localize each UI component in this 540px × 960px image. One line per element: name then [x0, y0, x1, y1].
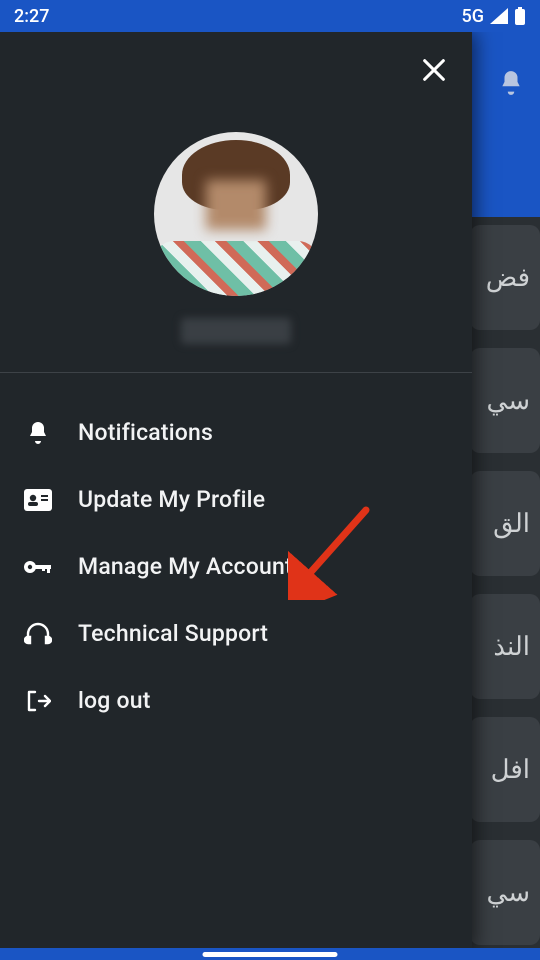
username-label: [181, 318, 291, 344]
bg-card[interactable]: فض: [470, 225, 540, 330]
network-label: 5G: [462, 6, 485, 27]
key-icon: [22, 558, 54, 576]
menu-label: Update My Profile: [78, 486, 265, 513]
bg-card[interactable]: افل: [470, 717, 540, 822]
headset-icon: [22, 621, 54, 647]
bg-card[interactable]: سي: [470, 840, 540, 945]
menu-label: Notifications: [78, 419, 213, 446]
status-bar: 2:27 5G: [0, 0, 540, 32]
battery-icon: [514, 7, 526, 25]
close-icon[interactable]: [420, 56, 448, 88]
bg-card[interactable]: الق: [470, 471, 540, 576]
menu-label: Technical Support: [78, 620, 268, 647]
signal-icon: [490, 8, 508, 24]
bg-card[interactable]: النذ: [470, 594, 540, 699]
profile-section: [0, 32, 472, 372]
menu-technical-support[interactable]: Technical Support: [0, 600, 472, 667]
status-right: 5G: [462, 6, 527, 27]
drawer-menu: Notifications Update My Profile Manage M…: [0, 373, 472, 760]
id-card-icon: [22, 489, 54, 511]
logout-icon: [22, 689, 54, 713]
menu-logout[interactable]: log out: [0, 667, 472, 734]
home-indicator[interactable]: [203, 952, 338, 957]
clock: 2:27: [14, 6, 49, 27]
bell-icon: [22, 420, 54, 446]
menu-label: Manage My Account: [78, 553, 293, 580]
menu-manage-account[interactable]: Manage My Account: [0, 533, 472, 600]
bg-card[interactable]: سي: [470, 348, 540, 453]
menu-notifications[interactable]: Notifications: [0, 399, 472, 466]
bell-icon[interactable]: [498, 68, 524, 102]
avatar[interactable]: [154, 132, 318, 296]
menu-update-profile[interactable]: Update My Profile: [0, 466, 472, 533]
menu-label: log out: [78, 687, 151, 714]
background-cards: فض سي الق النذ افل سي: [470, 225, 540, 950]
side-drawer: Notifications Update My Profile Manage M…: [0, 32, 472, 950]
